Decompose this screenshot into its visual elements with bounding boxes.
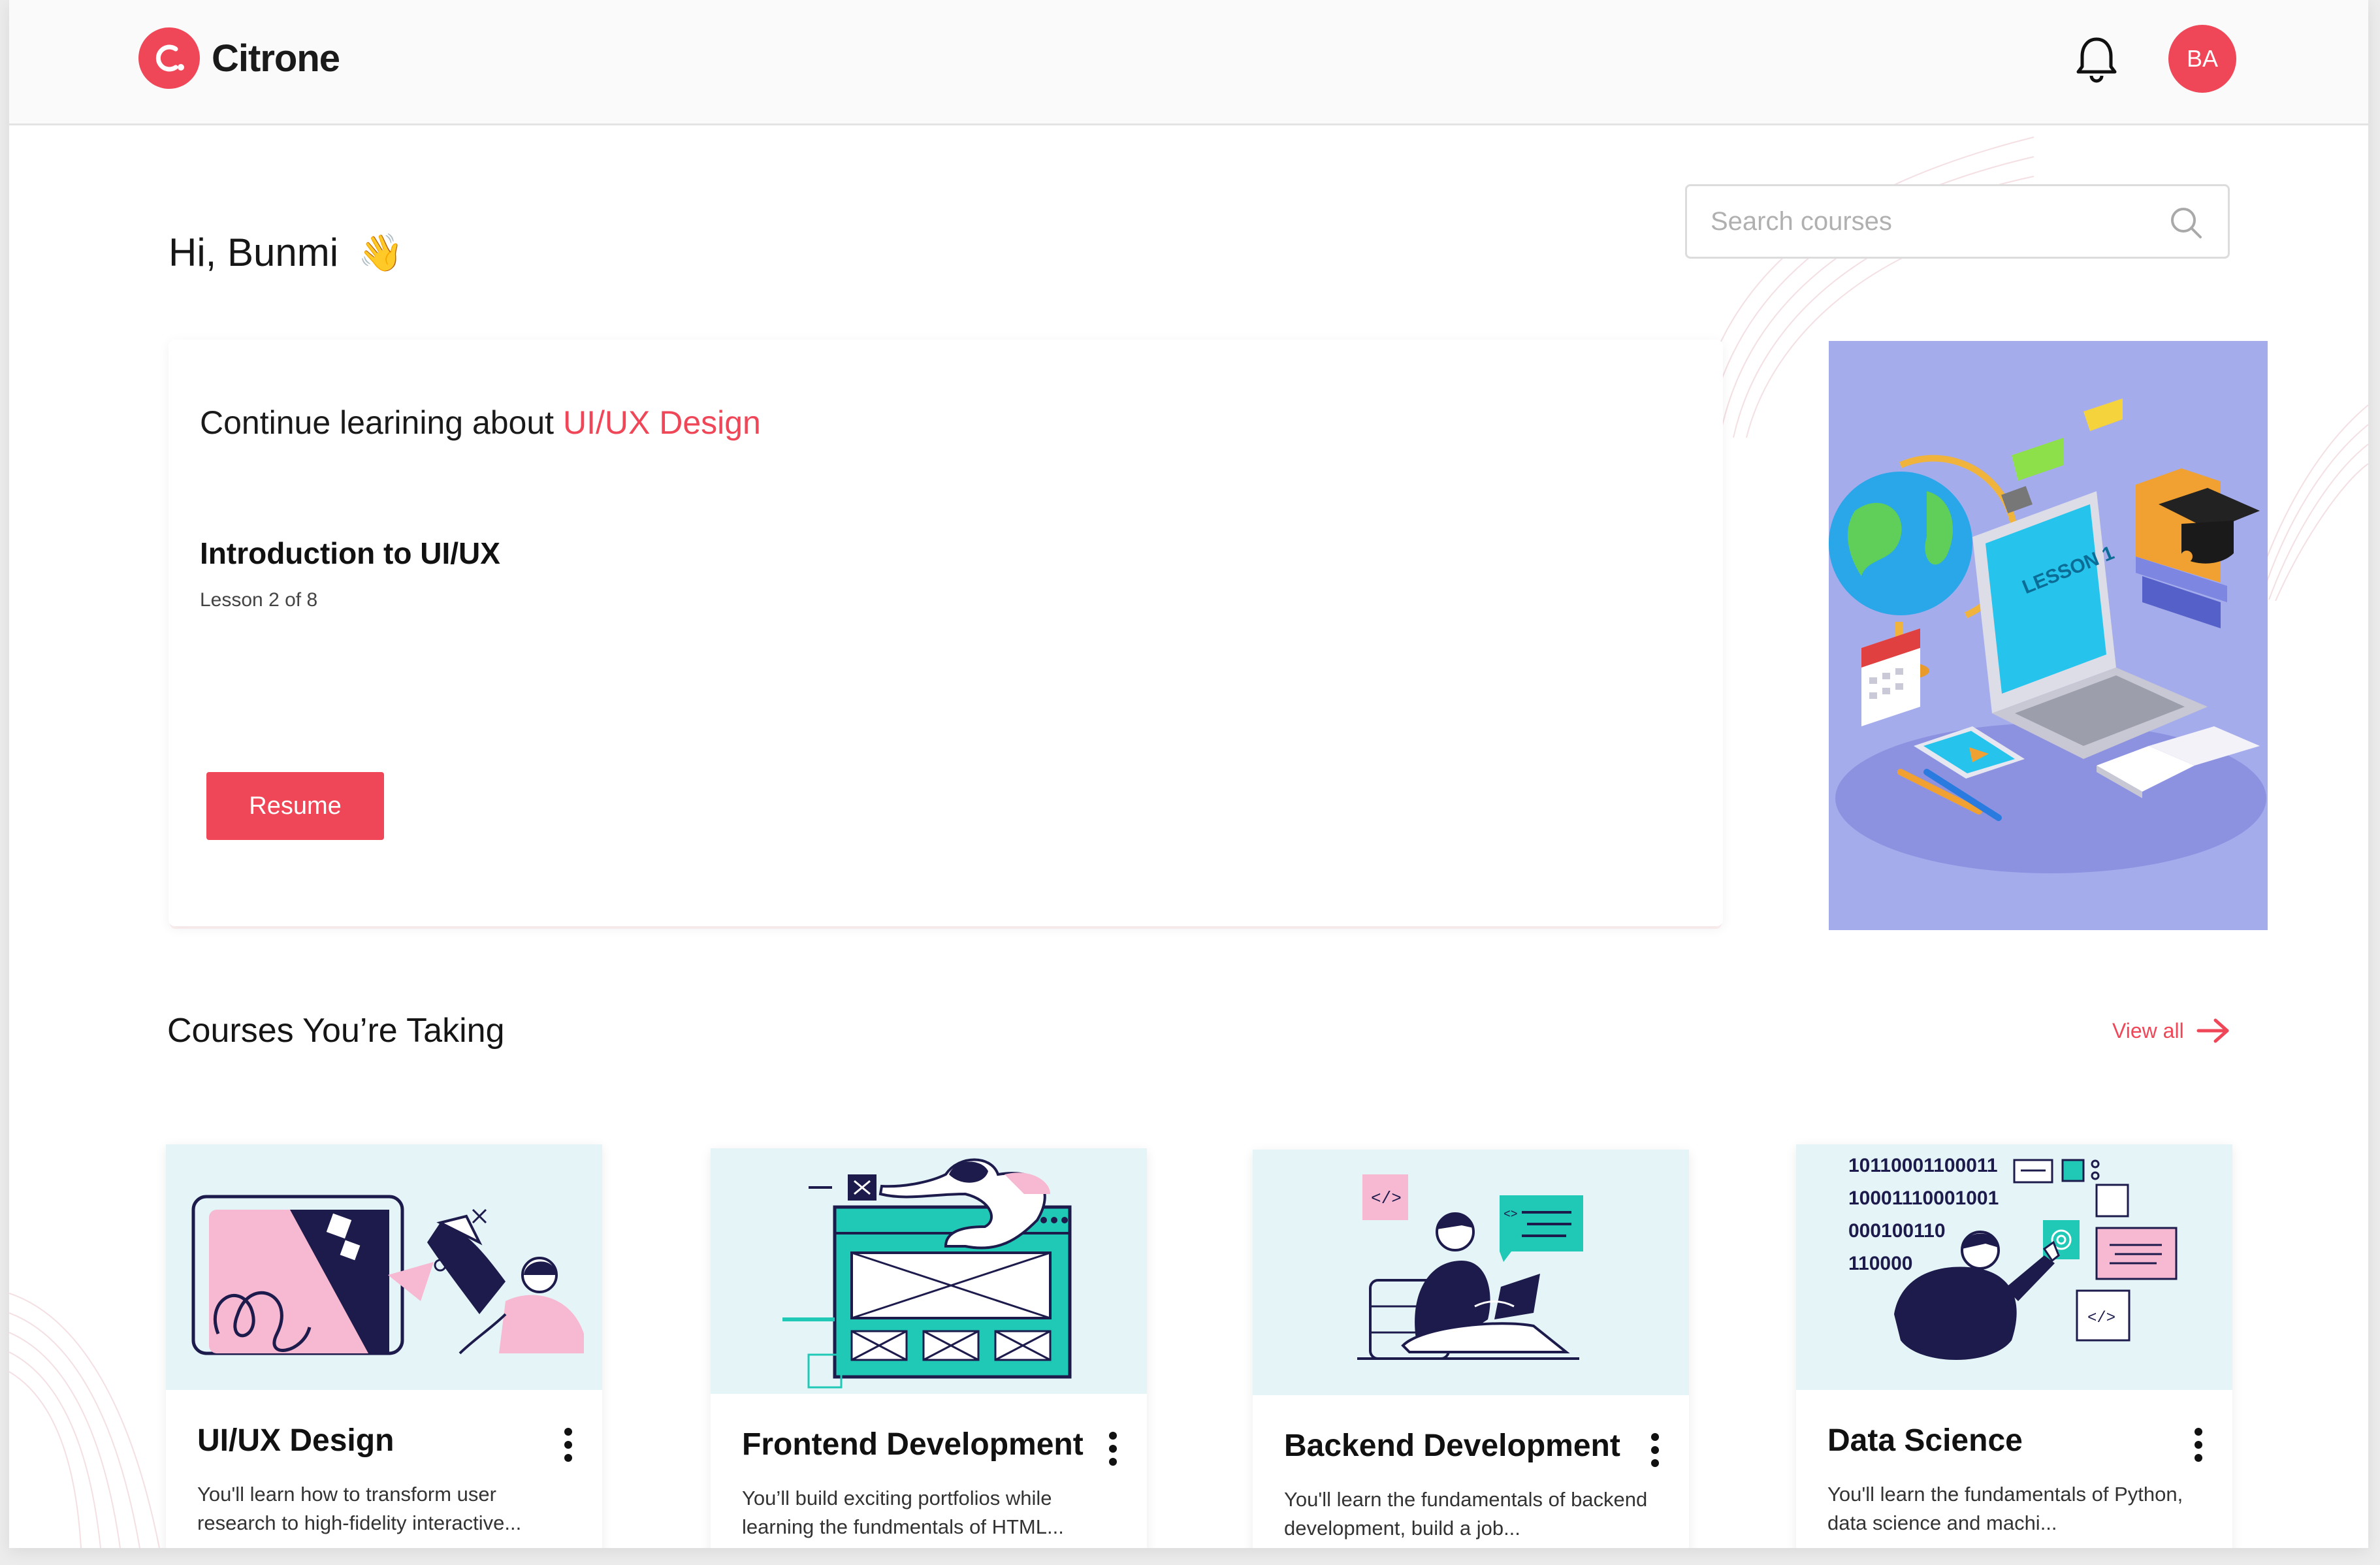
brand-name: Citrone <box>212 37 340 80</box>
course-card[interactable]: </> <> Backend Development You'll learn … <box>1253 1150 1689 1548</box>
course-description: You’ll build exciting portfolios while l… <box>742 1487 1064 1538</box>
lesson-illustration: LESSON 1 <box>1829 341 2268 930</box>
bell-icon[interactable] <box>2073 34 2120 84</box>
resume-button[interactable]: Resume <box>206 772 384 840</box>
calendar-icon <box>1861 628 1920 726</box>
continue-heading-prefix: Continue learining about <box>200 404 555 441</box>
greeting: Hi, Bunmi 👋 <box>169 230 404 275</box>
courses-section-title: Courses You’re Taking <box>167 1012 505 1050</box>
lesson-title: Introduction to UI/UX <box>200 536 500 570</box>
continue-heading: Continue learining about UI/UX Design <box>200 404 761 442</box>
svg-text:<>: <> <box>1504 1208 1518 1221</box>
course-thumbnail <box>166 1144 602 1390</box>
top-navbar: Citrone BA <box>9 0 2368 125</box>
continue-topic[interactable]: UI/UX Design <box>563 404 761 441</box>
search-box <box>1685 184 2230 259</box>
brand-logo[interactable]: Citrone <box>138 27 340 89</box>
decorative-swirl <box>9 1293 160 1548</box>
binary-line: 000100110 <box>1848 1220 1946 1242</box>
course-title: Frontend Development <box>742 1427 1084 1462</box>
continue-learning-card: Continue learining about UI/UX Design In… <box>169 340 1723 926</box>
waving-hand-emoji: 👋 <box>358 231 404 273</box>
app-window: Citrone BA Hi, Bunmi 👋 Continue learinin… <box>9 0 2368 1548</box>
course-title: Backend Development <box>1284 1428 1620 1463</box>
course-description: You'll learn the fundamentals of Python,… <box>1827 1483 2183 1534</box>
search-input[interactable] <box>1711 186 2168 257</box>
greeting-text: Hi, Bunmi <box>169 231 339 274</box>
more-options-icon[interactable] <box>1647 1433 1663 1470</box>
binary-line: 10110001100011 <box>1848 1155 1998 1176</box>
course-thumbnail: </> <> <box>1253 1150 1689 1395</box>
course-description: You'll learn the fundamentals of backend… <box>1284 1488 1648 1540</box>
citrone-logo-icon <box>138 27 200 89</box>
graduation-cap-icon <box>2136 468 2260 628</box>
search-icon[interactable] <box>2168 204 2204 241</box>
course-thumbnail: 10110001100011 10001110001001 000100110 … <box>1796 1144 2232 1390</box>
binary-line: 110000 <box>1848 1253 1912 1274</box>
course-title: Data Science <box>1827 1423 2023 1458</box>
course-card[interactable]: Frontend Development You’ll build exciti… <box>711 1148 1147 1548</box>
course-thumbnail <box>711 1148 1147 1394</box>
course-card[interactable]: UI/UX Design You'll learn how to transfo… <box>166 1144 602 1548</box>
more-options-icon[interactable] <box>2191 1428 2206 1464</box>
more-options-icon[interactable] <box>560 1428 576 1464</box>
user-avatar[interactable]: BA <box>2168 25 2236 93</box>
svg-text:</>: </> <box>1371 1189 1402 1208</box>
course-title: UI/UX Design <box>197 1423 394 1458</box>
svg-text:</>: </> <box>2087 1310 2115 1327</box>
more-options-icon[interactable] <box>1105 1432 1121 1468</box>
decorative-swirl <box>2256 404 2368 601</box>
binary-line: 10001110001001 <box>1848 1187 1999 1209</box>
course-card[interactable]: 10110001100011 10001110001001 000100110 … <box>1796 1144 2232 1548</box>
lesson-progress: Lesson 2 of 8 <box>200 589 318 611</box>
arrow-right-icon <box>2196 1018 2229 1043</box>
course-description: You'll learn how to transform user resea… <box>197 1483 522 1534</box>
chat-bubble-icon <box>2012 398 2123 481</box>
view-all-link[interactable]: View all <box>2112 1016 2232 1045</box>
view-all-label: View all <box>2112 1018 2184 1042</box>
